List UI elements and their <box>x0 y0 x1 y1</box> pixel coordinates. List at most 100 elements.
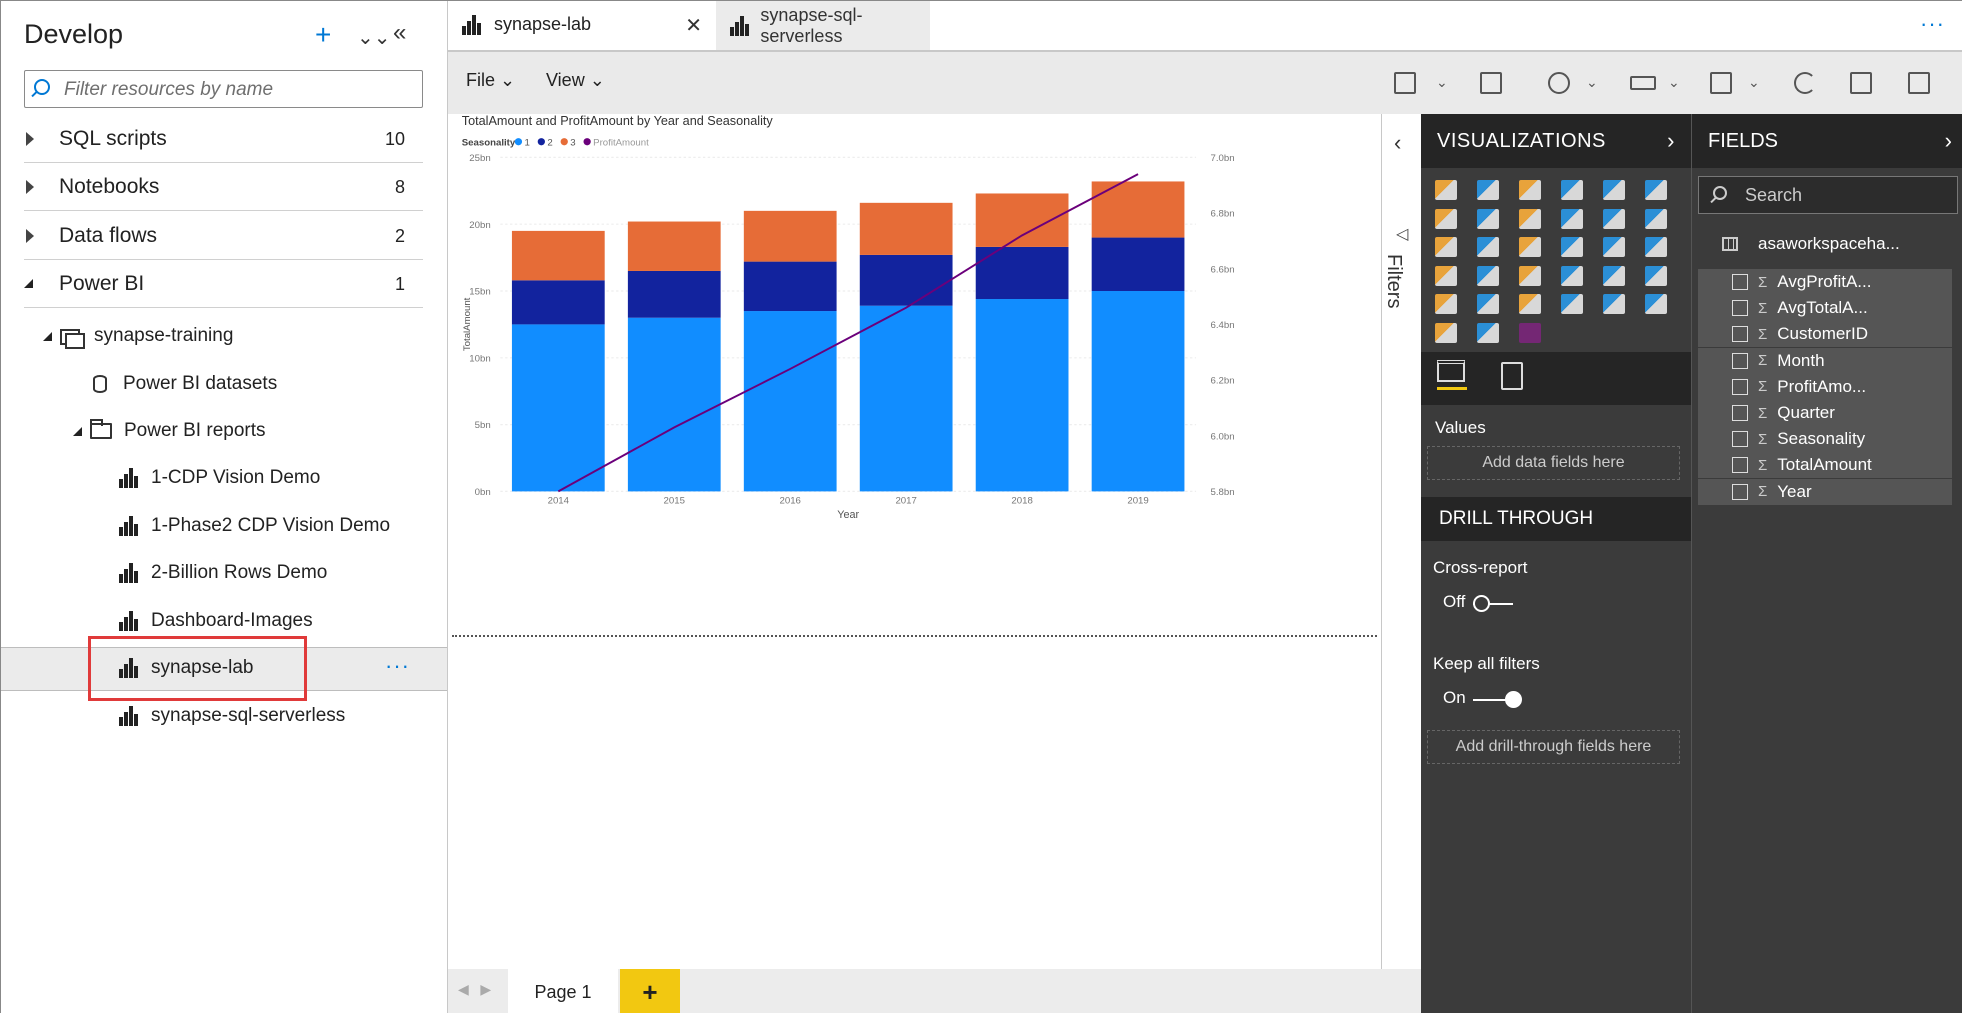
drill-through-drop-zone[interactable]: Add drill-through fields here <box>1427 730 1680 764</box>
decomposition-tree-visual-icon[interactable] <box>1435 322 1457 343</box>
clustered-column-visual-icon[interactable] <box>1561 180 1583 200</box>
kpi-visual-icon[interactable] <box>1645 265 1667 286</box>
buttons-icon[interactable] <box>1630 76 1656 90</box>
add-page-button[interactable]: + <box>620 969 680 1013</box>
category-sql-scripts[interactable]: SQL scripts 10 <box>24 116 423 163</box>
field-checkbox[interactable] <box>1732 457 1748 474</box>
chevron-down-icon[interactable]: ⌄ <box>1748 74 1760 91</box>
field-checkbox[interactable] <box>1732 326 1748 343</box>
field-item[interactable]: Σ TotalAmount <box>1698 452 1952 479</box>
stacked-bar-visual-icon[interactable] <box>1435 180 1457 200</box>
report-item[interactable]: 1-Phase2 CDP Vision Demo <box>119 506 390 546</box>
table-asaworkspace[interactable]: asaworkspaceha... <box>1722 234 1900 254</box>
power-bi-datasets[interactable]: Power BI datasets <box>93 364 277 404</box>
field-checkbox[interactable] <box>1732 483 1748 500</box>
table-visual-icon[interactable] <box>1477 294 1499 314</box>
filters-pane-collapsed[interactable]: ‹ ◁ Filters <box>1381 114 1421 969</box>
expand-all-icon[interactable]: ⌄⌄ <box>357 25 391 50</box>
text-box-icon[interactable] <box>1480 72 1502 94</box>
python-visual-visual-icon[interactable] <box>1603 294 1625 314</box>
100-bar-visual-icon[interactable] <box>1603 180 1625 200</box>
r-visual-visual-icon[interactable] <box>1561 294 1583 314</box>
save-icon[interactable] <box>1908 72 1930 94</box>
chevron-right-icon[interactable]: › <box>1945 128 1952 154</box>
chevron-left-icon[interactable]: ‹ <box>1394 130 1401 156</box>
category-data-flows[interactable]: Data flows 2 <box>24 213 423 260</box>
field-item[interactable]: Σ Quarter <box>1698 400 1952 426</box>
line-clustered-visual-icon[interactable] <box>1603 208 1625 229</box>
funnel-visual-icon[interactable] <box>1477 237 1499 257</box>
scatter-visual-icon[interactable] <box>1519 237 1541 257</box>
chevron-down-icon[interactable]: ⌄ <box>1586 74 1598 91</box>
cross-report-toggle[interactable]: Off <box>1443 592 1513 612</box>
clustered-bar-visual-icon[interactable] <box>1519 180 1541 200</box>
slicer-visual-icon[interactable] <box>1435 294 1457 314</box>
collapse-pane-icon[interactable]: « <box>393 19 406 47</box>
fields-tab-icon[interactable] <box>1437 360 1467 390</box>
field-checkbox[interactable] <box>1732 352 1748 369</box>
report-item[interactable]: 2-Billion Rows Demo <box>119 553 327 593</box>
visual-interactions-icon[interactable] <box>1394 72 1416 94</box>
field-checkbox[interactable] <box>1732 300 1748 317</box>
field-item[interactable]: Σ ProfitAmo... <box>1698 373 1952 400</box>
chevron-right-icon[interactable]: › <box>1667 128 1675 154</box>
field-checkbox[interactable] <box>1732 274 1748 290</box>
values-drop-zone[interactable]: Add data fields here <box>1427 446 1680 480</box>
filled-map-visual-icon[interactable] <box>1477 265 1499 286</box>
ribbon-visual-icon[interactable] <box>1645 208 1667 229</box>
close-icon[interactable]: ✕ <box>685 13 702 38</box>
chevron-down-icon[interactable]: ⌄ <box>1436 74 1448 91</box>
100-column-visual-icon[interactable] <box>1645 180 1667 200</box>
page-layout-icon[interactable] <box>1710 72 1732 94</box>
workspace-synapse-training[interactable]: synapse-training <box>43 316 233 356</box>
area-visual-icon[interactable] <box>1477 208 1499 229</box>
stacked-column-line-chart[interactable]: TotalAmount and ProfitAmount by Year and… <box>448 114 1381 536</box>
field-item[interactable]: Σ CustomerID <box>1698 321 1952 348</box>
multi-row-card-visual-icon[interactable] <box>1603 265 1625 286</box>
key-influencers-visual-icon[interactable] <box>1645 294 1667 314</box>
card-visual-icon[interactable] <box>1561 265 1583 286</box>
category-power-bi[interactable]: Power BI 1 <box>24 261 423 308</box>
chevron-down-icon[interactable]: ⌄ <box>1668 74 1680 91</box>
page-nav-arrows-icon[interactable]: ◀ ▶ <box>458 981 491 998</box>
report-item[interactable]: 1-CDP Vision Demo <box>119 458 320 498</box>
line-visual-icon[interactable] <box>1435 208 1457 229</box>
tab-synapse-sql-serverless[interactable]: synapse-sql-serverless <box>716 1 930 50</box>
more-icon[interactable]: ··· <box>1920 11 1945 37</box>
stacked-column-visual-icon[interactable] <box>1477 180 1499 200</box>
page-tab-1[interactable]: Page 1 <box>508 969 618 1013</box>
power-apps-visual-icon[interactable] <box>1519 322 1541 343</box>
waterfall-visual-icon[interactable] <box>1435 237 1457 257</box>
file-menu[interactable]: File ⌄ <box>466 70 515 91</box>
power-bi-reports-folder[interactable]: Power BI reports <box>73 411 266 451</box>
arcgis-map-visual-icon[interactable] <box>1477 322 1499 343</box>
field-item[interactable]: Σ Year <box>1698 478 1952 505</box>
field-checkbox[interactable] <box>1732 405 1748 421</box>
field-checkbox[interactable] <box>1732 431 1748 448</box>
tab-synapse-lab[interactable]: synapse-lab ✕ <box>448 1 716 50</box>
more-actions-icon[interactable]: ··· <box>385 653 410 679</box>
add-icon[interactable]: + <box>315 19 331 51</box>
treemap-visual-icon[interactable] <box>1645 237 1667 257</box>
duplicate-icon[interactable] <box>1850 72 1872 94</box>
format-paint-roller-icon[interactable] <box>1501 362 1523 390</box>
field-item[interactable]: Σ AvgTotalA... <box>1698 295 1952 322</box>
field-checkbox[interactable] <box>1732 378 1748 395</box>
field-item[interactable]: Σ Seasonality <box>1698 426 1952 453</box>
stacked-area-visual-icon[interactable] <box>1519 208 1541 229</box>
donut-visual-icon[interactable] <box>1603 237 1625 257</box>
keep-all-filters-toggle[interactable]: On <box>1443 688 1522 708</box>
matrix-visual-icon[interactable] <box>1519 294 1541 314</box>
field-item[interactable]: Σ Month <box>1698 347 1952 374</box>
map-visual-icon[interactable] <box>1435 265 1457 286</box>
filter-resources-input[interactable]: Filter resources by name <box>24 70 423 108</box>
report-item[interactable]: synapse-sql-serverless <box>119 696 345 736</box>
gauge-visual-icon[interactable] <box>1519 265 1541 286</box>
line-column-visual-icon[interactable] <box>1561 208 1583 229</box>
field-item[interactable]: Σ AvgProfitA... <box>1698 269 1952 295</box>
refresh-icon[interactable] <box>1794 72 1816 94</box>
view-menu[interactable]: View ⌄ <box>546 70 605 91</box>
fields-search-input[interactable]: Search <box>1698 176 1958 214</box>
category-notebooks[interactable]: Notebooks 8 <box>24 164 423 211</box>
shapes-icon[interactable] <box>1548 72 1570 94</box>
